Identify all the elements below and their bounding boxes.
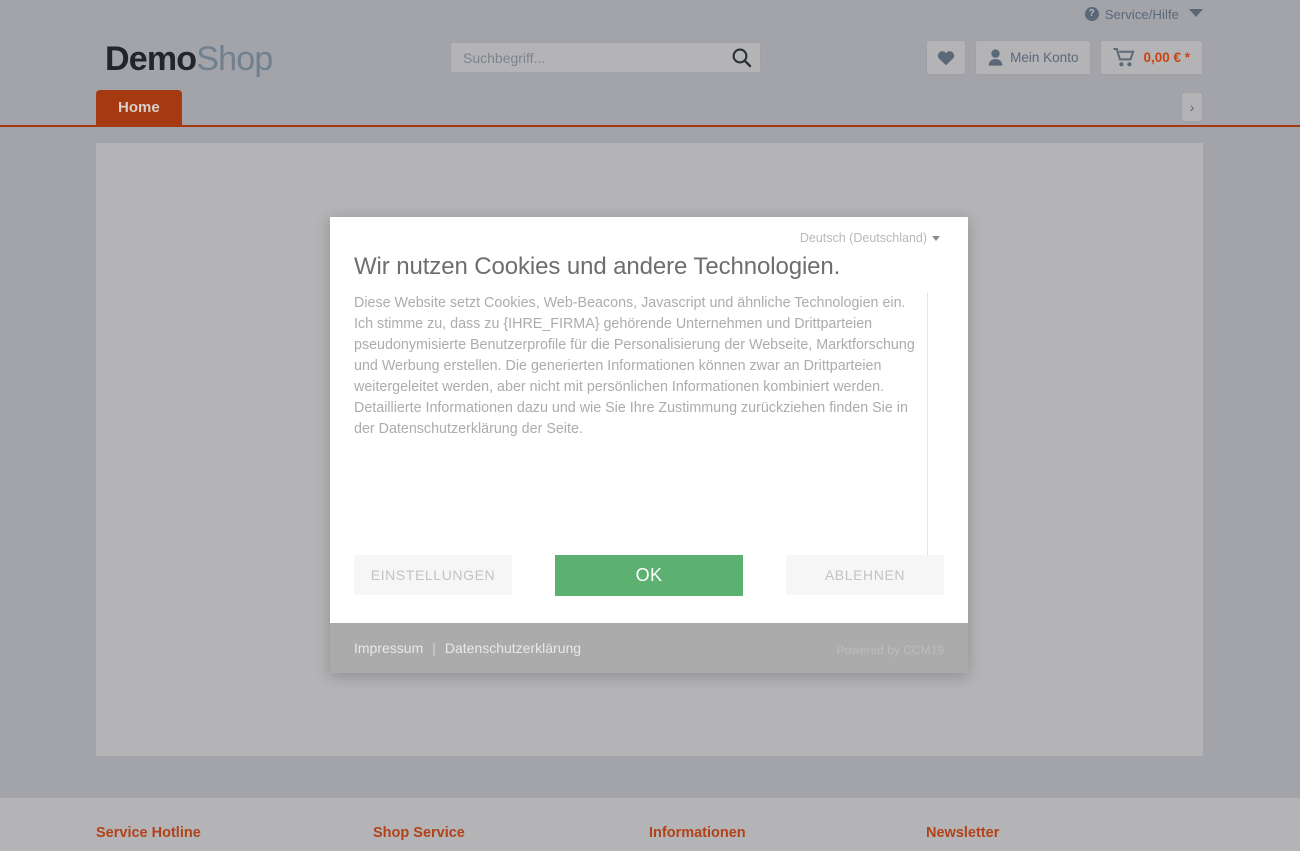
cart-amount: 0,00 € * [1143,50,1190,65]
heart-icon [938,50,955,65]
header-actions: Mein Konto 0,00 € * [926,40,1203,75]
logo-primary-text: Demo [105,40,197,78]
service-help-label: Service/Hilfe [1104,6,1179,22]
footer-heading-newsletter: Newsletter [926,825,1000,841]
shopping-cart-icon [1113,48,1135,67]
decline-button[interactable]: ABLEHNEN [786,555,944,595]
footer-heading-informationen: Informationen [649,825,746,841]
cookie-consent-dialog: Deutsch (Deutschland) Wir nutzen Cookies… [330,217,968,673]
cookie-dialog-body-text: Diese Website setzt Cookies, Web-Beacons… [354,295,915,437]
service-help-link[interactable]: ? Service/Hilfe [1084,6,1203,22]
footer-columns: Service Hotline Shop Service Information… [96,825,1203,841]
footer-link-separator: | [432,640,436,656]
imprint-link[interactable]: Impressum [354,640,423,656]
nav-item-home[interactable]: Home [96,90,182,126]
chevron-down-icon [1189,9,1203,17]
footer-heading-service-hotline: Service Hotline [96,825,201,841]
cookie-dialog-body: Deutsch (Deutschland) Wir nutzen Cookies… [330,217,968,623]
cart-button[interactable]: 0,00 € * [1100,40,1203,75]
account-label: Mein Konto [1010,50,1079,65]
privacy-policy-link[interactable]: Datenschutzerklärung [445,640,581,656]
search-icon [732,48,751,68]
language-selector[interactable]: Deutsch (Deutschland) [354,231,944,245]
cookie-dialog-footer: Impressum | Datenschutzerklärung Powered… [330,623,968,673]
footer-heading-shop-service: Shop Service [373,825,465,841]
logo-secondary-text: Shop [196,40,273,78]
powered-by-label: Powered by CCM19 [836,643,944,657]
cookie-dialog-footer-links: Impressum | Datenschutzerklärung [354,640,581,656]
page-root: ? Service/Hilfe DemoShop Suchbegriff... … [0,0,1300,851]
cookie-dialog-buttons: EINSTELLUNGEN OK ABLEHNEN [354,527,944,623]
search-input[interactable] [451,49,722,66]
accept-button[interactable]: OK [555,554,743,596]
site-header: DemoShop Mein Kon [0,28,1300,90]
site-footer: Service Hotline Shop Service Information… [0,798,1300,851]
top-service-bar: ? Service/Hilfe [0,0,1300,28]
account-button[interactable]: Mein Konto [975,40,1092,75]
caret-down-icon [932,235,940,241]
cookie-dialog-title: Wir nutzen Cookies und andere Technologi… [354,253,841,280]
nav-next-arrow-button[interactable]: › [1181,92,1203,122]
user-icon [988,49,1003,66]
main-navigation: Home › [0,90,1300,127]
search-box [450,42,761,73]
question-circle-icon: ? [1084,7,1099,21]
language-selector-label: Deutsch (Deutschland) [799,231,927,245]
settings-button[interactable]: EINSTELLUNGEN [354,555,512,595]
wishlist-button[interactable] [926,40,967,75]
shop-logo[interactable]: DemoShop [105,40,273,79]
search-button[interactable] [722,43,760,72]
